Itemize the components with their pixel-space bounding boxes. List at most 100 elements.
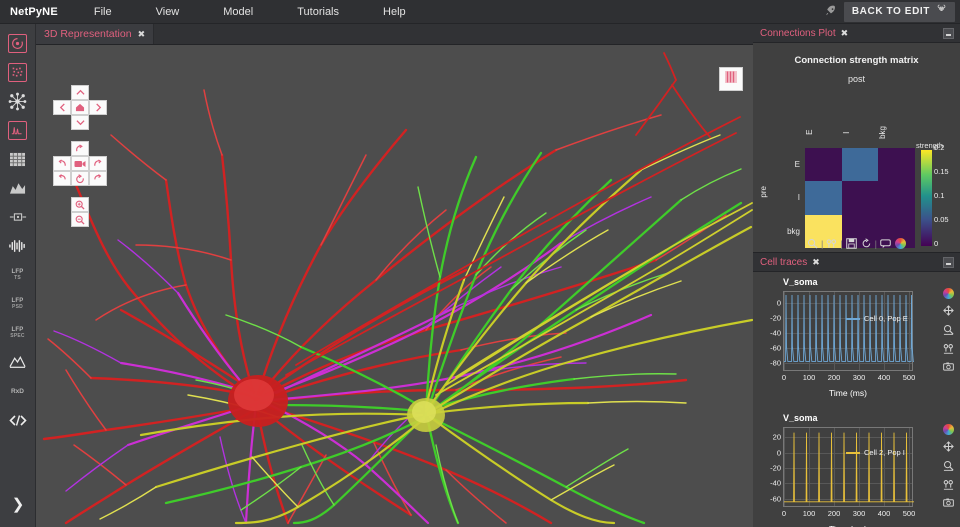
color-wheel-icon[interactable] bbox=[943, 424, 954, 435]
move-icon[interactable] bbox=[943, 441, 954, 454]
matrix-cell-I-bkg[interactable] bbox=[878, 181, 915, 214]
sidebar-item-traces[interactable] bbox=[4, 117, 32, 143]
sidebar-item-spike-histogram[interactable] bbox=[4, 146, 32, 172]
trace-line bbox=[784, 292, 914, 372]
menu-view[interactable]: View bbox=[134, 0, 202, 24]
menu-help[interactable]: Help bbox=[361, 0, 428, 24]
pan-row-mid bbox=[53, 100, 107, 115]
cell-traces-title[interactable]: Cell traces ✖ bbox=[760, 257, 820, 268]
lfp-timeseries-label: LFPTS bbox=[12, 269, 24, 282]
matrix-cell-I-E[interactable] bbox=[805, 181, 842, 214]
connections-plot-panel: Connections Plot ✖ Connection strength m… bbox=[753, 24, 960, 253]
pan-right-button[interactable] bbox=[89, 100, 107, 115]
zoom-icon[interactable] bbox=[943, 460, 954, 473]
menu-tutorials[interactable]: Tutorials bbox=[275, 0, 361, 24]
trace-title: V_soma bbox=[783, 413, 818, 423]
sidebar-item-raster-plot[interactable] bbox=[4, 59, 32, 85]
pan-icon[interactable] bbox=[825, 237, 838, 250]
trace-toolbar bbox=[940, 424, 956, 509]
connection-strength-matrix[interactable] bbox=[805, 148, 915, 248]
zoom-out-button[interactable] bbox=[71, 212, 89, 227]
x-tick-label: 200 bbox=[828, 509, 841, 518]
color-wheel-icon[interactable] bbox=[943, 288, 954, 299]
sidebar-item-lfp-psd[interactable]: LFPPSD bbox=[4, 291, 32, 317]
zoom-icon[interactable] bbox=[806, 237, 819, 250]
sidebar-item-connectivity[interactable] bbox=[4, 88, 32, 114]
sidebar-item-granger[interactable] bbox=[4, 204, 32, 230]
pan-up-button[interactable] bbox=[71, 85, 89, 100]
back-to-edit-button[interactable]: BACK TO EDIT bbox=[844, 2, 955, 22]
sidebar-item-network[interactable] bbox=[4, 30, 32, 56]
camera-icon[interactable] bbox=[943, 362, 954, 373]
trace-legend[interactable]: Cell 0, Pop E bbox=[846, 314, 908, 323]
sidebar-item-python-console[interactable] bbox=[4, 407, 32, 433]
move-icon[interactable] bbox=[943, 305, 954, 318]
app-brand: NetPyNE bbox=[0, 6, 72, 18]
pan-icon[interactable] bbox=[943, 343, 954, 356]
zoom-icon[interactable] bbox=[943, 324, 954, 337]
connections-plot-title[interactable]: Connections Plot ✖ bbox=[760, 28, 848, 39]
lfp-signal-icon bbox=[8, 239, 27, 253]
close-icon[interactable]: ✖ bbox=[841, 28, 849, 39]
colorbar-ticks: 0.20.150.10.050 bbox=[934, 147, 960, 247]
trace-legend[interactable]: Cell 2, Pop I bbox=[846, 448, 905, 457]
tab-3d-representation[interactable]: 3D Representation ✖ bbox=[36, 24, 154, 44]
hover-icon[interactable] bbox=[879, 237, 892, 250]
y-tick-label: -20 bbox=[770, 313, 781, 322]
sidebar-item-spike-stats[interactable] bbox=[4, 349, 32, 375]
trace-toolbar bbox=[940, 288, 956, 373]
minimize-button[interactable] bbox=[943, 28, 954, 39]
toolbar-separator: | bbox=[821, 239, 823, 249]
sidebar-item-lfp-signal[interactable] bbox=[4, 233, 32, 259]
legend-line-swatch bbox=[846, 452, 860, 454]
rocket-icon[interactable] bbox=[818, 4, 844, 20]
pan-icon[interactable] bbox=[943, 479, 954, 492]
colorbar bbox=[921, 150, 932, 246]
matrix-cell-I-I[interactable] bbox=[842, 181, 879, 214]
rotate-cw-button[interactable] bbox=[89, 171, 107, 186]
sidebar-item-rxd[interactable]: RxD bbox=[4, 378, 32, 404]
rotate-left-y-button[interactable] bbox=[53, 171, 71, 186]
reset-icon[interactable] bbox=[860, 237, 873, 250]
panel-title-label: Connections Plot bbox=[760, 28, 836, 39]
pan-left-button[interactable] bbox=[53, 100, 71, 115]
rotate-ccw-button[interactable] bbox=[71, 171, 89, 186]
home-view-button[interactable] bbox=[71, 100, 89, 115]
x-tick-label: 0 bbox=[782, 509, 786, 518]
camera-icon[interactable] bbox=[943, 498, 954, 509]
legend-toggle-button[interactable] bbox=[719, 67, 743, 91]
cell-traces-body[interactable]: V_soma 01002003004005000-20-40-60-80 Tim… bbox=[753, 272, 960, 527]
rotate-row-top bbox=[53, 141, 107, 156]
sidebar-item-rate-plot[interactable] bbox=[4, 175, 32, 201]
rotate-reset-button[interactable] bbox=[71, 141, 89, 156]
connections-plot-body[interactable]: Connection strength matrix post E I bkg … bbox=[753, 43, 960, 252]
back-to-edit-label: BACK TO EDIT bbox=[852, 2, 930, 22]
sidebar-item-lfp-timeseries[interactable]: LFPTS bbox=[4, 262, 32, 288]
color-wheel-icon[interactable] bbox=[894, 237, 907, 250]
y-tick-label: 20 bbox=[773, 433, 781, 442]
matrix-cell-E-E[interactable] bbox=[805, 148, 842, 181]
y-axis-label: pre bbox=[759, 186, 768, 198]
matrix-cell-E-I[interactable] bbox=[842, 148, 879, 181]
matrix-cell-E-bkg[interactable] bbox=[878, 148, 915, 181]
three-d-viewport[interactable] bbox=[36, 45, 753, 527]
record-camera-button[interactable] bbox=[71, 156, 89, 171]
sidebar-item-lfp-spectrogram[interactable]: LFPSPEC bbox=[4, 320, 32, 346]
rotate-right-x-button[interactable] bbox=[89, 156, 107, 171]
menu-model[interactable]: Model bbox=[201, 0, 275, 24]
y-tick-label: -40 bbox=[770, 479, 781, 488]
close-icon[interactable]: ✖ bbox=[138, 29, 146, 40]
menu-bar-right: BACK TO EDIT bbox=[818, 0, 960, 24]
rotate-left-x-button[interactable] bbox=[53, 156, 71, 171]
minimize-button[interactable] bbox=[943, 257, 954, 268]
close-icon[interactable]: ✖ bbox=[812, 257, 820, 268]
zoom-in-button[interactable] bbox=[71, 197, 89, 212]
sidebar-expand-button[interactable]: ❯ bbox=[0, 489, 36, 519]
trace-plot-area[interactable]: 0100200300400500200-20-40-60 bbox=[783, 427, 913, 507]
menu-file[interactable]: File bbox=[72, 0, 134, 24]
save-icon[interactable] bbox=[845, 237, 858, 250]
connectivity-icon bbox=[8, 92, 27, 111]
spike-histogram-icon bbox=[9, 152, 26, 167]
trace-plot-area[interactable]: 01002003004005000-20-40-60-80 bbox=[783, 291, 913, 371]
pan-down-button[interactable] bbox=[71, 115, 89, 130]
